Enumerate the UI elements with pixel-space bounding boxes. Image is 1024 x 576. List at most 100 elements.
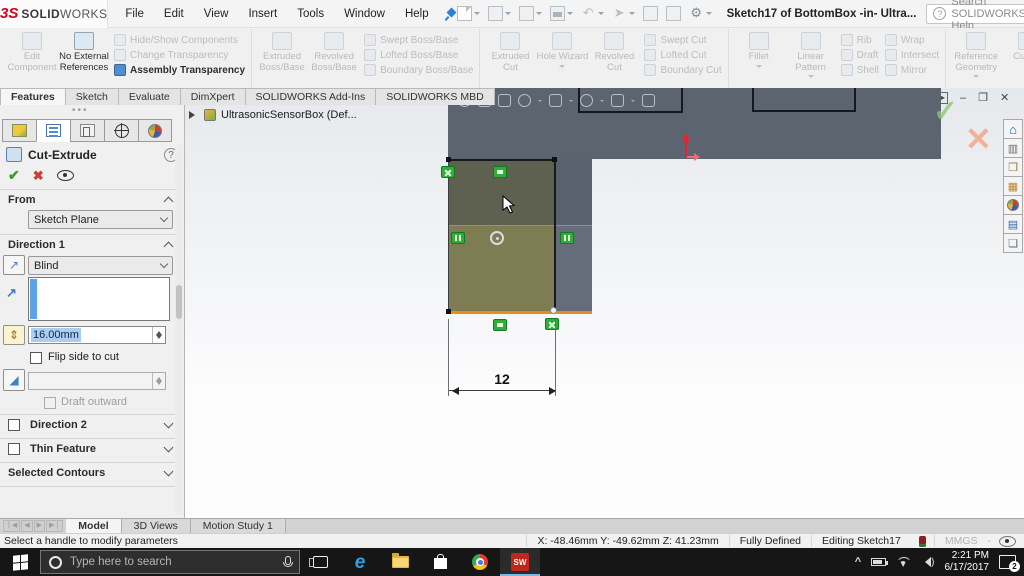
view-settings-icon[interactable] — [518, 93, 531, 107]
tab-features[interactable]: Features — [0, 88, 65, 105]
action-center-button[interactable]: 2 — [999, 555, 1020, 572]
direction-reference-selection-box[interactable] — [28, 277, 170, 321]
new-document-button[interactable] — [454, 4, 483, 23]
swept-cut-button[interactable]: Swept Cut — [644, 34, 721, 46]
menu-view[interactable]: View — [195, 5, 238, 23]
dimxpert-manager-tab[interactable] — [104, 119, 138, 142]
forum-tab[interactable]: ❏ — [1003, 233, 1023, 253]
change-transparency-button[interactable]: Change Transparency — [114, 49, 245, 61]
doc-tab-model[interactable]: Model — [66, 519, 122, 533]
assembly-transparency-button[interactable]: Assembly Transparency — [114, 64, 245, 76]
select-button[interactable]: ➤ — [609, 4, 638, 23]
graphics-viewport[interactable]: 12 ✓ ✕ ▸ – ❐ ✕ ⌂ ▥ ❒ ▦ ▤ ❏ UltrasonicSen… — [185, 88, 1024, 518]
sketch-line-left[interactable] — [448, 159, 449, 312]
open-button[interactable] — [485, 4, 514, 23]
last-tab-button[interactable]: ▶❘ — [46, 520, 64, 532]
first-tab-button[interactable]: ❘◀ — [3, 520, 21, 532]
view-orientation-icon[interactable] — [549, 93, 562, 107]
sketch-vertex[interactable] — [446, 309, 451, 314]
feature-manager-tab[interactable] — [2, 119, 36, 142]
thin-feature-checkbox[interactable] — [8, 443, 20, 455]
solidworks-app-button[interactable]: SW — [500, 548, 540, 576]
flip-side-checkbox[interactable] — [30, 352, 42, 364]
appearance-icon[interactable] — [642, 93, 655, 107]
horizontal-relation-icon[interactable] — [493, 319, 507, 331]
menu-file[interactable]: File — [116, 5, 153, 23]
expand-arrow-icon[interactable] — [189, 111, 199, 119]
draft-button[interactable]: Draft — [840, 49, 879, 61]
revolved-cut-button[interactable]: Revolved Cut — [588, 30, 640, 73]
design-library-tab[interactable]: ▥ — [1003, 138, 1023, 158]
spinner-arrows[interactable] — [152, 327, 165, 343]
menu-tools[interactable]: Tools — [288, 5, 333, 23]
panel-scrollbar[interactable] — [175, 145, 183, 515]
coincident-relation-icon[interactable] — [441, 166, 455, 178]
sketch-vertex[interactable] — [446, 157, 451, 162]
collapse-chevron-icon[interactable] — [163, 196, 174, 207]
file-explorer-tab[interactable]: ❒ — [1003, 157, 1023, 177]
menu-edit[interactable]: Edit — [155, 5, 193, 23]
wifi-icon[interactable] — [896, 557, 910, 567]
preview-eye-icon[interactable] — [56, 170, 74, 181]
scrollbar-handle[interactable] — [176, 285, 182, 319]
edit-component-button[interactable]: Edit Component — [6, 30, 58, 73]
doc-close-button[interactable]: ✕ — [1000, 91, 1009, 104]
menu-help[interactable]: Help — [396, 5, 438, 23]
file-explorer-button[interactable] — [380, 548, 420, 576]
microphone-icon[interactable] — [283, 556, 293, 568]
thin-feature-section-header[interactable]: Thin Feature — [30, 443, 96, 455]
expand-chevron-icon[interactable] — [163, 442, 174, 453]
dimension-value[interactable]: 12 — [475, 371, 529, 387]
feature-tree-root[interactable]: UltrasonicSensorBox (Def... — [221, 109, 357, 121]
curves-button[interactable]: Curves — [1002, 30, 1024, 71]
tab-dimxpert[interactable]: DimXpert — [179, 88, 245, 105]
vertical-relation-icon[interactable] — [451, 232, 465, 244]
rib-button[interactable]: Rib — [840, 34, 879, 46]
lofted-cut-button[interactable]: Lofted Cut — [644, 49, 721, 61]
lofted-boss-base-button[interactable]: Lofted Boss/Base — [364, 49, 473, 61]
doc-tab-motion-study-1[interactable]: Motion Study 1 — [190, 519, 286, 533]
linear-pattern-button[interactable]: Linear Pattern — [785, 30, 837, 81]
display-manager-tab[interactable] — [138, 119, 172, 142]
view-palette-tab[interactable]: ▦ — [1003, 176, 1023, 196]
draft-button[interactable]: ◢ — [3, 369, 25, 391]
direction2-section-header[interactable]: Direction 2 — [30, 419, 87, 431]
draft-angle-spinner[interactable] — [28, 372, 166, 390]
taskbar-search-box[interactable]: Type here to search — [40, 550, 300, 574]
from-section-header[interactable]: From — [8, 194, 36, 206]
menu-insert[interactable]: Insert — [239, 5, 286, 23]
panel-splitter-handle[interactable]: ••• — [72, 105, 89, 116]
appearances-tab[interactable] — [1003, 195, 1023, 215]
expand-chevron-icon[interactable] — [163, 418, 174, 429]
hide-show-components-button[interactable]: Hide/Show Components — [114, 34, 245, 46]
no-external-references-button[interactable]: No External References — [58, 30, 110, 73]
reference-geometry-button[interactable]: Reference Geometry — [950, 30, 1002, 81]
save-button[interactable] — [516, 4, 545, 23]
selected-contours-section-header[interactable]: Selected Contours — [8, 467, 105, 479]
sketch-line-top[interactable] — [448, 159, 556, 161]
doc-minimize-button[interactable]: – — [960, 92, 966, 104]
start-button[interactable] — [0, 548, 40, 576]
vertical-relation-icon[interactable] — [560, 232, 574, 244]
part-face-right[interactable] — [555, 159, 592, 225]
help-search-box[interactable]: ? Search SOLIDWORKS Help — [926, 0, 1024, 32]
revolved-boss-base-button[interactable]: Revolved Boss/Base — [308, 30, 360, 73]
task-view-button[interactable] — [300, 548, 340, 576]
unit-system[interactable]: MMGS — [933, 535, 988, 547]
custom-properties-tab[interactable]: ▤ — [1003, 214, 1023, 234]
menu-window[interactable]: Window — [335, 5, 394, 23]
extruded-cut-button[interactable]: Extruded Cut — [484, 30, 536, 73]
from-plane-dropdown[interactable]: Sketch Plane — [28, 210, 173, 229]
print-button[interactable] — [547, 4, 576, 23]
confirmation-cancel-icon[interactable]: ✕ — [965, 120, 992, 158]
taskbar-clock[interactable]: 2:21 PM 6/17/2017 — [945, 550, 990, 574]
wrap-button[interactable]: Wrap — [884, 34, 939, 46]
store-app-button[interactable] — [420, 548, 460, 576]
boundary-boss-base-button[interactable]: Boundary Boss/Base — [364, 64, 473, 76]
unit-caret[interactable]: - — [988, 535, 992, 547]
accept-button[interactable]: ✔ — [8, 167, 20, 184]
chrome-app-button[interactable] — [460, 548, 500, 576]
collapse-chevron-icon[interactable] — [163, 241, 174, 252]
volume-icon[interactable]: ) — [920, 557, 935, 568]
sketch-vertex[interactable] — [552, 157, 557, 162]
